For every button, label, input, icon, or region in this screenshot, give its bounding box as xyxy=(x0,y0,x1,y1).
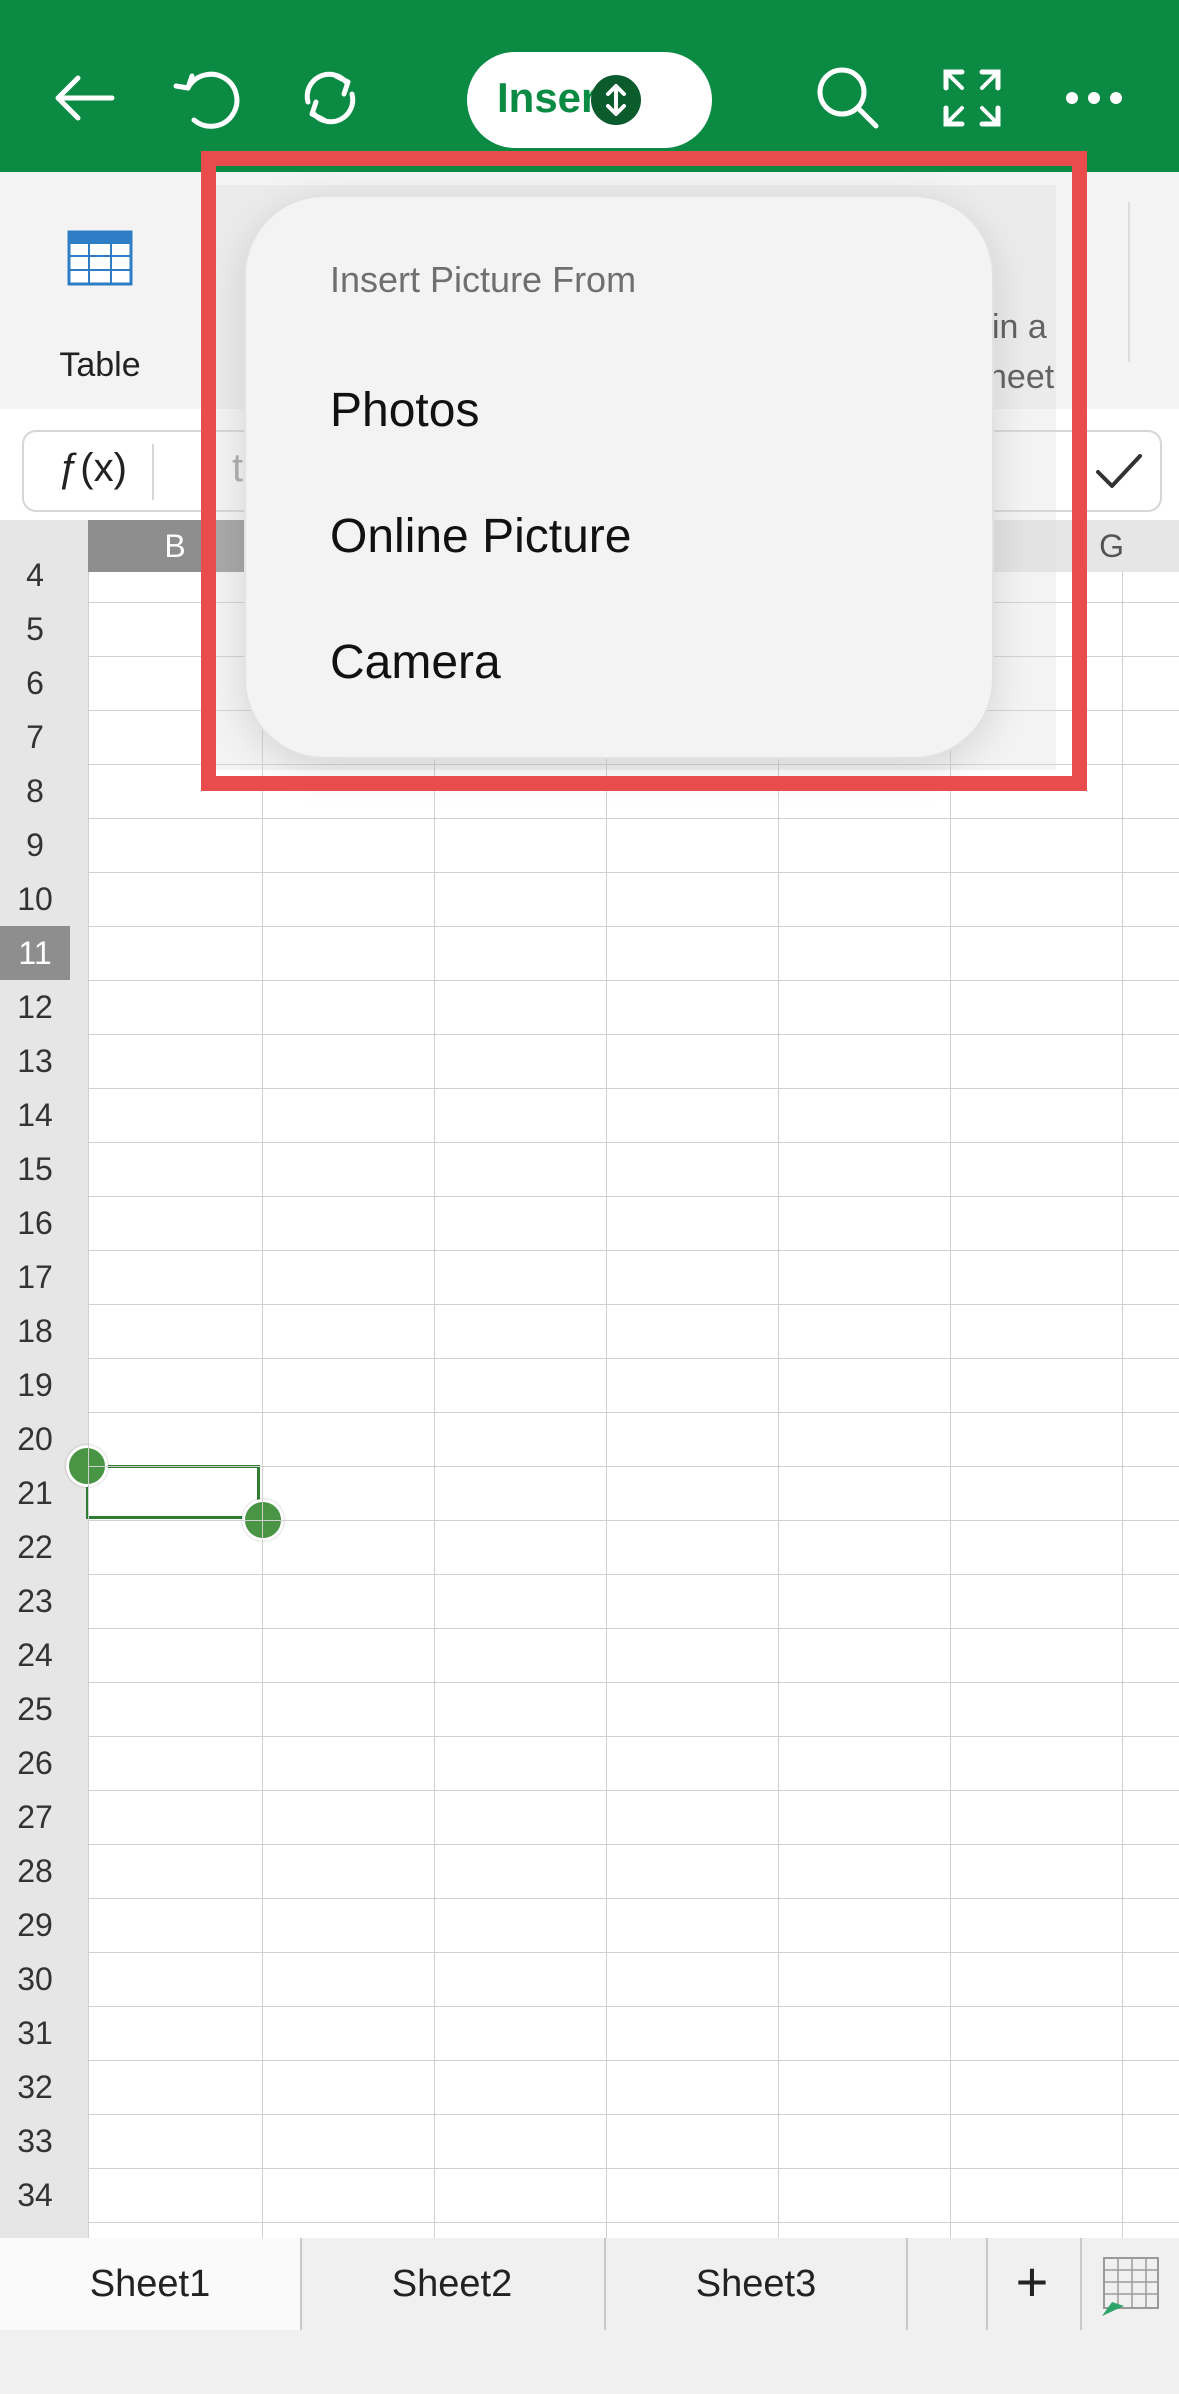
row-header-cell[interactable]: 20 xyxy=(0,1412,70,1466)
grid-row-line xyxy=(88,2168,1179,2169)
tab-sheet1[interactable]: Sheet1 xyxy=(0,2238,300,2330)
row-header-cell[interactable]: 21 xyxy=(0,1466,70,1520)
row-header-cell[interactable]: 19 xyxy=(0,1358,70,1412)
undo-icon[interactable] xyxy=(166,58,246,138)
function-icon[interactable]: ƒ(x) xyxy=(58,446,127,491)
table-label: Table xyxy=(59,346,141,384)
row-header-cell[interactable]: 8 xyxy=(0,764,70,818)
grid-row-line xyxy=(88,1628,1179,1629)
grid-column-line xyxy=(262,572,263,2238)
grid-row-line xyxy=(88,926,1179,927)
table-button[interactable]: Table xyxy=(40,212,160,384)
grid-row-line xyxy=(88,1520,1179,1521)
grid-row-line xyxy=(88,2222,1179,2223)
row-header-cell[interactable]: 4 xyxy=(0,548,70,602)
tab-divider xyxy=(1080,2238,1082,2330)
tab-divider xyxy=(986,2238,988,2330)
grid-row-line xyxy=(88,1088,1179,1089)
grid-row-line xyxy=(88,980,1179,981)
grid-row-line xyxy=(88,1304,1179,1305)
grid-row-line xyxy=(88,1574,1179,1575)
grid-row-line xyxy=(88,1412,1179,1413)
grid-column-line xyxy=(434,572,435,2238)
row-header-cell[interactable]: 11 xyxy=(0,926,70,980)
grid-row-line xyxy=(88,1736,1179,1737)
redo-icon[interactable] xyxy=(290,58,370,138)
grid-column-line xyxy=(778,572,779,2238)
row-header-cell[interactable]: 16 xyxy=(0,1196,70,1250)
row-header-cell[interactable]: 32 xyxy=(0,2060,70,2114)
top-toolbar: Insert xyxy=(0,0,1179,172)
row-header-cell[interactable]: 10 xyxy=(0,872,70,926)
grid-column-line xyxy=(1122,572,1123,2238)
row-header-cell[interactable]: 5 xyxy=(0,602,70,656)
row-header-cell[interactable]: 25 xyxy=(0,1682,70,1736)
grid-row-line xyxy=(88,1358,1179,1359)
row-header-cell[interactable]: 24 xyxy=(0,1628,70,1682)
grid-row-line xyxy=(88,1196,1179,1197)
grid-row-line xyxy=(88,2006,1179,2007)
grid-row-line xyxy=(88,2114,1179,2115)
row-header-cell[interactable]: 28 xyxy=(0,1844,70,1898)
grid-column-line xyxy=(950,572,951,2238)
checkmark-icon[interactable] xyxy=(1088,442,1148,502)
grid-row-line xyxy=(88,1898,1179,1899)
grid-row-line xyxy=(88,2060,1179,2061)
tab-sheet3[interactable]: Sheet3 xyxy=(606,2238,906,2330)
row-header-cell[interactable]: 12 xyxy=(0,980,70,1034)
grid-row-line xyxy=(88,818,1179,819)
grid-row-line xyxy=(88,1466,1179,1467)
up-down-arrows-icon xyxy=(591,75,641,125)
table-icon xyxy=(67,230,133,286)
row-header-cell[interactable]: 34 xyxy=(0,2168,70,2222)
row-header-cell[interactable]: 17 xyxy=(0,1250,70,1304)
ribbon-divider xyxy=(1128,202,1130,362)
row-header-cell[interactable]: 27 xyxy=(0,1790,70,1844)
row-header-cell[interactable]: 18 xyxy=(0,1304,70,1358)
grid-row-line xyxy=(88,1034,1179,1035)
grid-row-line xyxy=(88,1142,1179,1143)
row-header-cell[interactable]: 6 xyxy=(0,656,70,710)
row-header-cell[interactable]: 7 xyxy=(0,710,70,764)
grid-row-line xyxy=(88,1250,1179,1251)
row-header-cell[interactable]: 31 xyxy=(0,2006,70,2060)
highlight-box xyxy=(201,151,1087,791)
grid-row-line xyxy=(88,872,1179,873)
row-header: 4 5 6 7 8 9 10 11 12 13 14 15 16 17 18 19 20 21 22 23 24 25 26… xyxy=(0,557,88,2238)
add-sheet-button[interactable]: + xyxy=(1000,2238,1064,2330)
row-header-cell[interactable]: 30 xyxy=(0,1952,70,2006)
selected-cell[interactable] xyxy=(86,1465,260,1519)
tab-divider xyxy=(906,2238,908,2330)
grid-row-line xyxy=(88,1682,1179,1683)
formula-divider xyxy=(152,444,154,500)
grid-column-line xyxy=(88,572,89,2238)
row-header-cell[interactable]: 14 xyxy=(0,1088,70,1142)
more-icon[interactable] xyxy=(1054,58,1134,138)
row-header-cell[interactable]: 9 xyxy=(0,818,70,872)
grid-column-line xyxy=(606,572,607,2238)
search-icon[interactable] xyxy=(808,58,888,138)
grid-row-line xyxy=(88,1952,1179,1953)
row-header-cell[interactable]: 22 xyxy=(0,1520,70,1574)
back-icon[interactable] xyxy=(44,58,124,138)
grid-row-line xyxy=(88,1844,1179,1845)
row-header-cell[interactable]: 26 xyxy=(0,1736,70,1790)
row-header-cell[interactable]: 23 xyxy=(0,1574,70,1628)
row-header-cell[interactable]: 33 xyxy=(0,2114,70,2168)
tab-sheet2[interactable]: Sheet2 xyxy=(302,2238,602,2330)
grid-view-icon[interactable] xyxy=(1098,2254,1162,2318)
row-header-cell[interactable]: 15 xyxy=(0,1142,70,1196)
insert-tab-button[interactable]: Insert xyxy=(467,52,712,148)
sheet-tabs-bar: Sheet1 Sheet2 Sheet3 + xyxy=(0,2238,1179,2394)
column-label-g: G xyxy=(1099,528,1124,564)
row-header-cell[interactable]: 13 xyxy=(0,1034,70,1088)
grid-row-line xyxy=(88,1790,1179,1791)
row-header-cell[interactable]: 29 xyxy=(0,1898,70,1952)
fullscreen-icon[interactable] xyxy=(932,58,1012,138)
